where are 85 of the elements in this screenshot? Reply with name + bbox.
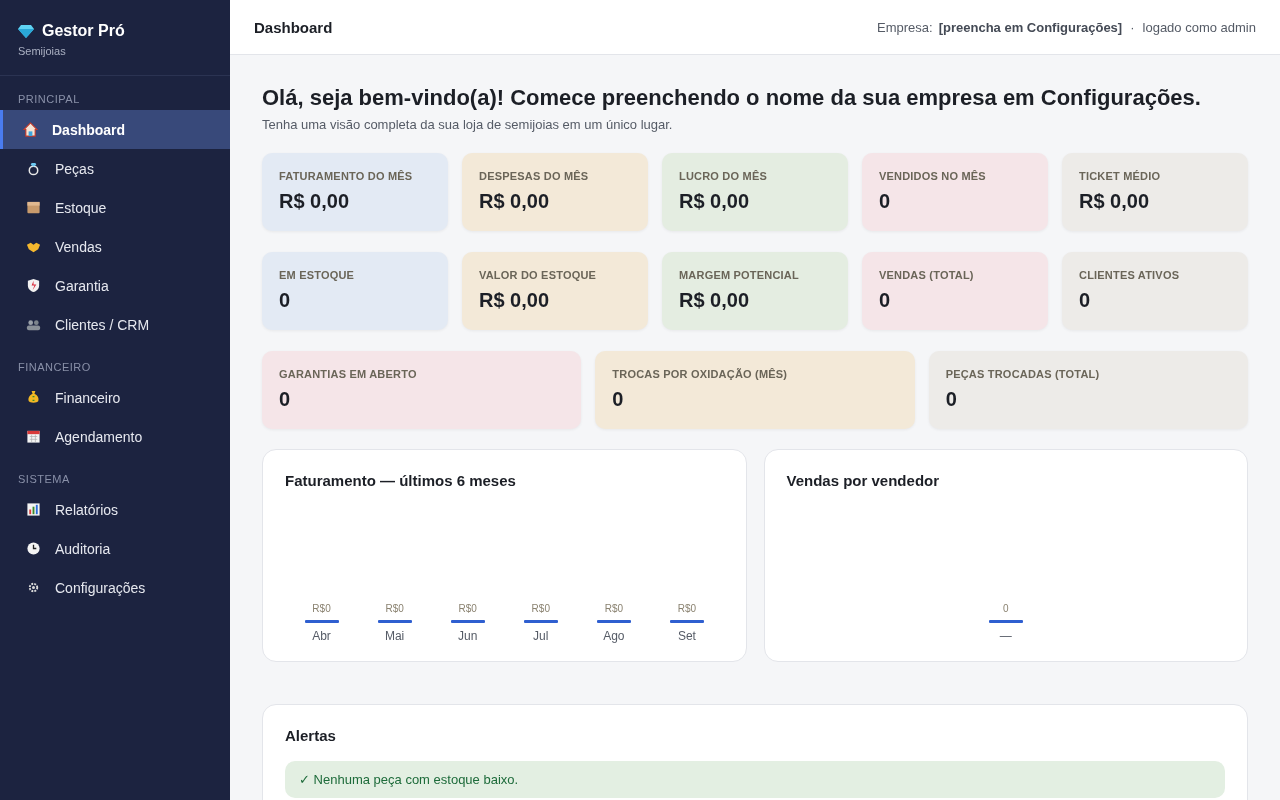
nav-item[interactable]: Peças xyxy=(0,149,230,188)
category-label: Ago xyxy=(603,629,625,643)
category-label: Set xyxy=(677,629,696,643)
nav-item[interactable]: Configurações xyxy=(0,568,230,607)
category-label: Jun xyxy=(458,629,478,643)
nav-item[interactable]: Agendamento xyxy=(0,417,230,456)
value-label: R$0 xyxy=(385,603,404,614)
category-label: — xyxy=(999,629,1012,643)
value-label: R$0 xyxy=(312,603,331,614)
bar-chart-icon xyxy=(26,502,41,517)
company-label: Empresa: xyxy=(877,19,933,35)
nav-item[interactable]: Relatórios xyxy=(0,490,230,529)
bar-stub xyxy=(523,620,558,623)
stat-value: R$ 0,00 xyxy=(479,289,551,312)
stat-value: R$ 0,00 xyxy=(479,190,551,213)
bar-stub xyxy=(450,620,485,623)
app-subtitle: Semijoias xyxy=(18,45,67,57)
shield-icon xyxy=(26,278,41,293)
value-label: R$0 xyxy=(531,603,550,614)
nav-item[interactable]: Garantia xyxy=(0,266,230,305)
category-label: Mai xyxy=(384,629,405,643)
stat-label: MARGEM POTENCIAL xyxy=(679,269,800,281)
alert-message: ✓ Nenhuma peça com estoque baixo. xyxy=(285,761,1225,798)
stat-value: 0 xyxy=(279,388,292,411)
stat-value: 0 xyxy=(879,289,892,312)
value-label: 0 xyxy=(1002,603,1009,614)
bar-stub xyxy=(988,620,1023,623)
stat-value: R$ 0,00 xyxy=(279,190,351,213)
nav-item[interactable]: Vendas xyxy=(0,227,230,266)
stat-value: R$ 0,00 xyxy=(679,289,751,312)
stat-value: 0 xyxy=(945,388,958,411)
nav-item[interactable]: Financeiro xyxy=(0,378,230,417)
settings-icon xyxy=(26,580,41,595)
separator: · xyxy=(1130,19,1135,35)
stat-label: VENDAS (TOTAL) xyxy=(879,269,975,281)
welcome-title: Olá, seja bem-vindo(a)! Comece preenchendo o nome da sua empresa em Configurações. xyxy=(262,85,1202,111)
stat-label: DESPESAS DO MÊS xyxy=(479,170,590,182)
category-label: Abr xyxy=(312,629,331,643)
welcome-subtitle: Tenha uma visão completa da sua loja de semijoias em um único lugar. xyxy=(262,117,674,132)
calendar-icon xyxy=(26,429,41,444)
nav-item[interactable]: Auditoria xyxy=(0,529,230,568)
alerts-title: Alertas xyxy=(285,727,337,744)
stat-label: GARANTIAS EM ABERTO xyxy=(279,368,418,380)
nav-item[interactable]: Clientes / CRM xyxy=(0,305,230,344)
section-label: PRINCIPAL xyxy=(17,92,81,107)
box-icon xyxy=(26,200,41,215)
stat-label: TICKET MÉDIO xyxy=(1079,170,1162,182)
user-info: logado como admin xyxy=(1142,19,1256,35)
bar-stub xyxy=(377,620,412,623)
stat-value: 0 xyxy=(612,388,625,411)
money-bag-icon xyxy=(26,390,41,405)
section-label: FINANCEIRO xyxy=(17,360,92,375)
house-icon xyxy=(23,122,38,137)
chart-title: Vendas por vendedor xyxy=(786,472,941,489)
stat-value: 0 xyxy=(879,190,892,213)
stat-value: R$ 0,00 xyxy=(1079,190,1151,213)
stat-value: 0 xyxy=(279,289,292,312)
stat-label: TROCAS POR OXIDAÇÃO (MÊS) xyxy=(612,368,789,380)
chart-title: Faturamento — últimos 6 meses xyxy=(285,472,517,489)
stat-label: VALOR DO ESTOQUE xyxy=(479,269,598,281)
stat-label: LUCRO DO MÊS xyxy=(679,170,768,182)
people-icon xyxy=(26,317,41,332)
bar-stub xyxy=(669,620,704,623)
app-name: Gestor Pró xyxy=(42,22,125,40)
company-name: [preencha em Configurações] xyxy=(938,19,1123,35)
category-label: Jul xyxy=(533,629,549,643)
stat-label: CLIENTES ATIVOS xyxy=(1079,269,1181,281)
stat-value: R$ 0,00 xyxy=(679,190,751,213)
section-label: SISTEMA xyxy=(17,472,71,487)
value-label: R$0 xyxy=(604,603,624,614)
bar-stub xyxy=(304,620,339,623)
page-title: Dashboard xyxy=(254,18,333,36)
nav-item[interactable]: Dashboard xyxy=(0,110,230,149)
stat-value: 0 xyxy=(1079,289,1092,312)
ring-icon xyxy=(26,161,41,176)
stat-label: PEÇAS TROCADAS (TOTAL) xyxy=(945,368,1101,380)
nav-item[interactable]: Estoque xyxy=(0,188,230,227)
value-label: R$0 xyxy=(458,603,477,614)
stat-label: VENDIDOS NO MÊS xyxy=(879,170,987,182)
stat-label: FATURAMENTO DO MÊS xyxy=(279,170,414,182)
value-label: R$0 xyxy=(677,603,697,614)
clock-icon xyxy=(26,541,41,556)
bar-stub xyxy=(596,620,631,623)
gem-icon xyxy=(18,24,34,38)
stat-label: EM ESTOQUE xyxy=(279,269,356,281)
